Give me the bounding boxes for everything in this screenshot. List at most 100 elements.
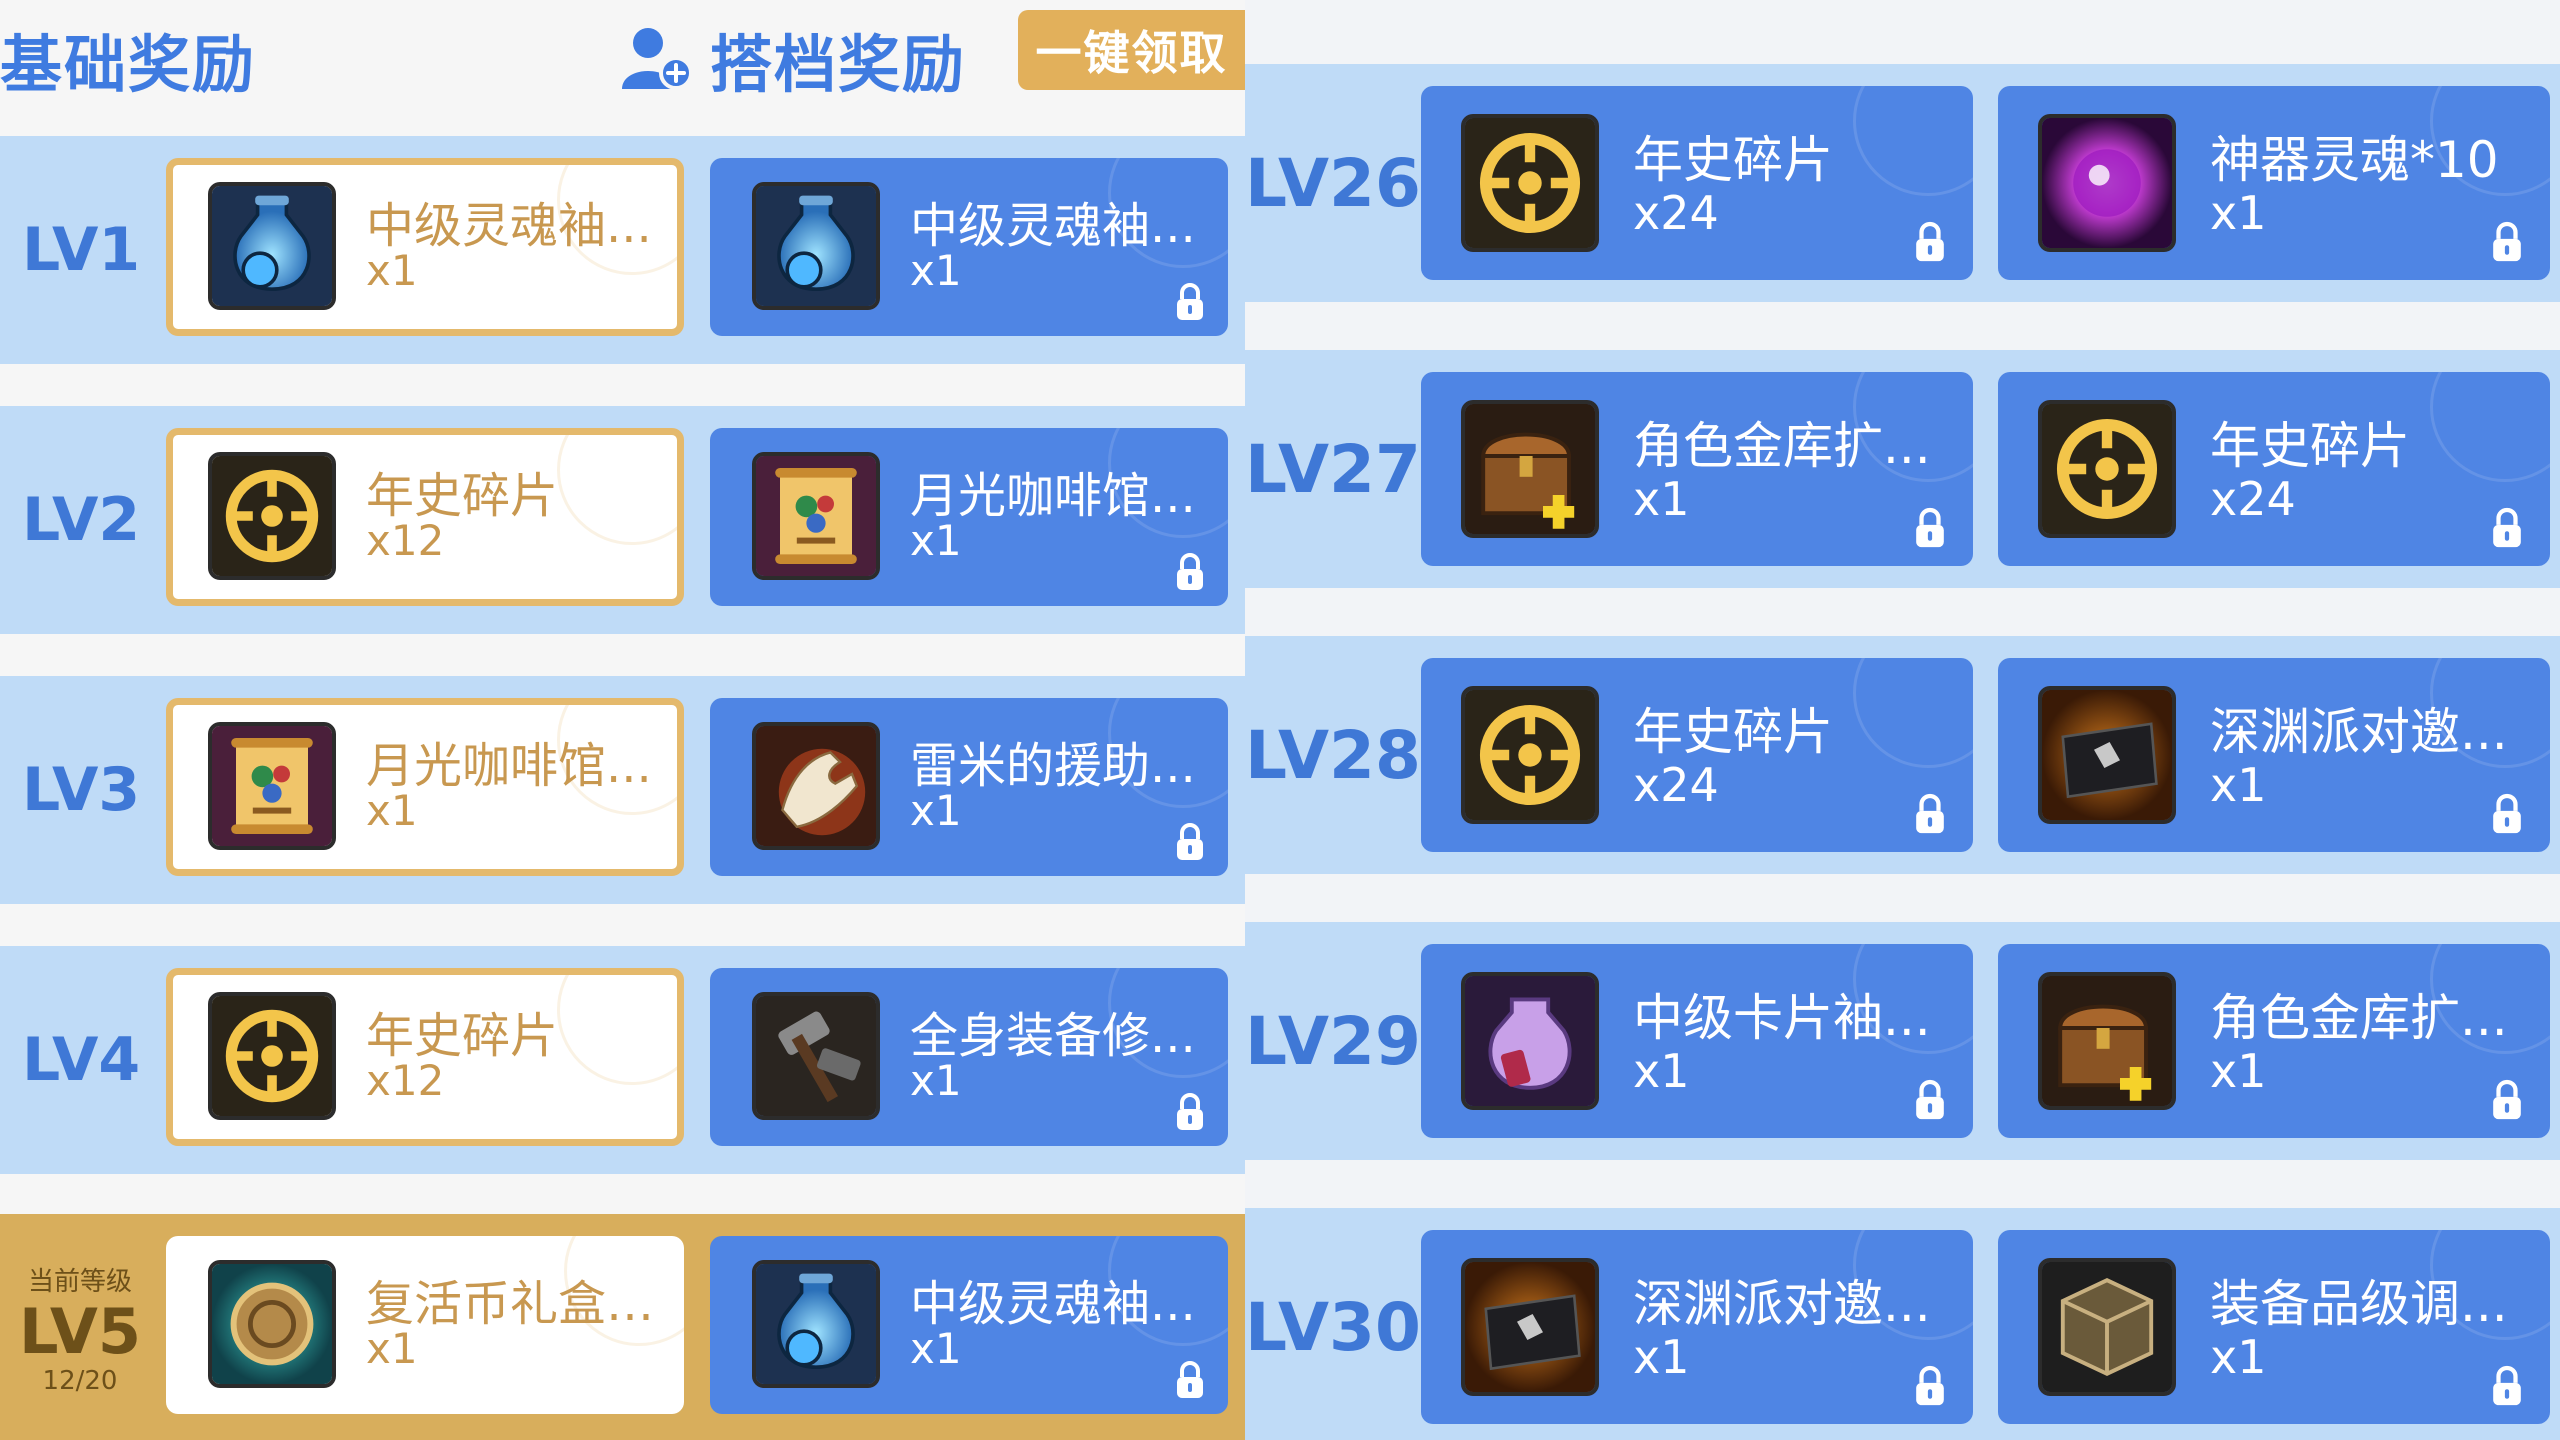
level-row: LV29 中级卡片袖... x1 角色金库扩... x1 [1245, 922, 2560, 1160]
reward-card[interactable]: 年史碎片 x12 [166, 428, 684, 606]
reward-card[interactable]: 复活币礼盒(... x1 [166, 1236, 684, 1414]
lock-icon [2490, 506, 2524, 550]
left-reward-panel: 基础奖励 搭档奖励 一键领取 LV1 中级灵魂袖... x1 中级灵魂袖... x1 LV… [0, 0, 1245, 1440]
add-partner-icon[interactable] [618, 23, 698, 95]
reward-card[interactable]: 雷米的援助... x1 [710, 698, 1228, 876]
soul-pouch-icon [208, 182, 336, 310]
current-level-label: LV5 [18, 1294, 142, 1368]
level-label: LV2 [22, 485, 141, 555]
level-row: LV1 中级灵魂袖... x1 中级灵魂袖... x1 [0, 136, 1245, 364]
reward-card[interactable]: 月光咖啡馆... x1 [166, 698, 684, 876]
level-row: LV4 年史碎片 x12 全身装备修... x1 [0, 946, 1245, 1174]
reward-header: 基础奖励 搭档奖励 一键领取 [0, 0, 1245, 112]
level-row: LV28 年史碎片 x24 深渊派对邀... x1 [1245, 636, 2560, 874]
reward-item-quantity: x12 [366, 1056, 445, 1105]
reward-item-quantity: x1 [1633, 1330, 1690, 1384]
level-label: LV3 [22, 755, 141, 825]
reward-card[interactable]: 角色金库扩... x1 [1421, 372, 1973, 566]
reward-card[interactable]: 年史碎片 x12 [166, 968, 684, 1146]
level-label: LV4 [22, 1025, 141, 1095]
reward-item-quantity: x1 [1633, 472, 1690, 526]
reward-card[interactable]: 中级卡片袖... x1 [1421, 944, 1973, 1138]
claim-all-button[interactable]: 一键领取 [1018, 10, 1245, 90]
lock-icon [1174, 1092, 1206, 1132]
artifact-soul-icon [2038, 114, 2176, 252]
reward-item-name: 中级卡片袖... [1633, 989, 1931, 1047]
reward-item-quantity: x24 [1633, 758, 1719, 812]
reward-card[interactable]: 神器灵魂*10 x1 [1998, 86, 2550, 280]
reward-item-quantity: x1 [910, 516, 962, 565]
level-row-current: 当前等级 LV5 12/20 复活币礼盒(... x1 中级灵魂袖... x1 [0, 1214, 1245, 1440]
reward-item-quantity: x1 [2210, 1330, 2267, 1384]
card-pouch-icon [1461, 972, 1599, 1110]
revive-coin-icon [208, 1260, 336, 1388]
scroll-icon [208, 722, 336, 850]
level-row: LV30 深渊派对邀... x1 装备品级调... x1 [1245, 1208, 2560, 1440]
level-progress: 12/20 [42, 1365, 118, 1396]
reward-item-quantity: x1 [910, 1056, 962, 1105]
lock-icon [2490, 220, 2524, 264]
treasure-chest-icon [1461, 400, 1599, 538]
reward-card[interactable]: 装备品级调... x1 [1998, 1230, 2550, 1424]
reward-card[interactable]: 深渊派对邀... x1 [1421, 1230, 1973, 1424]
chronicle-shard-icon [1461, 114, 1599, 252]
reward-item-quantity: x1 [1633, 1044, 1690, 1098]
soul-pouch-icon [752, 182, 880, 310]
level-row: LV3 月光咖啡馆... x1 雷米的援助... x1 [0, 676, 1245, 904]
soul-pouch-icon [752, 1260, 880, 1388]
reward-card[interactable]: 中级灵魂袖... x1 [166, 158, 684, 336]
level-label: LV28 [1245, 716, 1421, 794]
reward-card[interactable]: 年史碎片 x24 [1421, 658, 1973, 852]
reward-item-name: 角色金库扩... [1633, 417, 1931, 475]
reward-card[interactable]: 全身装备修... x1 [710, 968, 1228, 1146]
abyss-invitation-icon [2038, 686, 2176, 824]
level-row: LV27 角色金库扩... x1 年史碎片 x24 [1245, 350, 2560, 588]
reward-item-quantity: x24 [1633, 186, 1719, 240]
reward-item-quantity: x1 [910, 1324, 962, 1373]
lock-icon [1913, 506, 1947, 550]
reward-item-quantity: x1 [910, 246, 962, 295]
lock-icon [1913, 1078, 1947, 1122]
chronicle-shard-icon [208, 452, 336, 580]
reward-item-name: 年史碎片 [2210, 417, 2410, 475]
reward-item-quantity: x1 [910, 786, 962, 835]
level-label: LV30 [1245, 1288, 1421, 1366]
reward-item-quantity: x1 [2210, 186, 2267, 240]
reward-item-quantity: x1 [2210, 1044, 2267, 1098]
reward-item-quantity: x12 [366, 516, 445, 565]
lock-icon [2490, 1364, 2524, 1408]
reward-item-name: 角色金库扩... [2210, 989, 2508, 1047]
scroll-icon [752, 452, 880, 580]
reward-card[interactable]: 月光咖啡馆... x1 [710, 428, 1228, 606]
lock-icon [1174, 282, 1206, 322]
level-row: LV2 年史碎片 x12 月光咖啡馆... x1 [0, 406, 1245, 634]
right-reward-panel: LV26 年史碎片 x24 神器灵魂*10 x1 LV27 角色金库扩... x1 年史碎片 x2… [1245, 0, 2560, 1440]
reward-card[interactable]: 年史碎片 x24 [1421, 86, 1973, 280]
reward-item-quantity: x1 [366, 246, 418, 295]
level-label: LV27 [1245, 430, 1421, 508]
lock-icon [1174, 552, 1206, 592]
reward-card[interactable]: 中级灵魂袖... x1 [710, 158, 1228, 336]
reward-item-name: 神器灵魂*10 [2210, 131, 2499, 189]
lock-icon [2490, 1078, 2524, 1122]
reward-item-name: 年史碎片 [1633, 703, 1833, 761]
level-label: LV29 [1245, 1002, 1421, 1080]
current-level-indicator: 当前等级 LV5 12/20 [0, 1214, 160, 1440]
lock-icon [2490, 792, 2524, 836]
reward-card[interactable]: 角色金库扩... x1 [1998, 944, 2550, 1138]
hammer-icon [752, 992, 880, 1120]
reward-item-name: 深渊派对邀... [1633, 1275, 1931, 1333]
level-row: LV26 年史碎片 x24 神器灵魂*10 x1 [1245, 64, 2560, 302]
chronicle-shard-icon [1461, 686, 1599, 824]
lock-icon [1913, 1364, 1947, 1408]
lock-icon [1913, 792, 1947, 836]
basic-rewards-title: 基础奖励 [0, 28, 257, 101]
treasure-chest-icon [2038, 972, 2176, 1110]
reward-card[interactable]: 深渊派对邀... x1 [1998, 658, 2550, 852]
level-label: LV1 [22, 215, 141, 285]
reward-card[interactable]: 中级灵魂袖... x1 [710, 1236, 1228, 1414]
reward-item-name: 年史碎片 [1633, 131, 1833, 189]
reward-card[interactable]: 年史碎片 x24 [1998, 372, 2550, 566]
abyss-invitation-icon [1461, 1258, 1599, 1396]
reward-item-quantity: x1 [366, 786, 418, 835]
